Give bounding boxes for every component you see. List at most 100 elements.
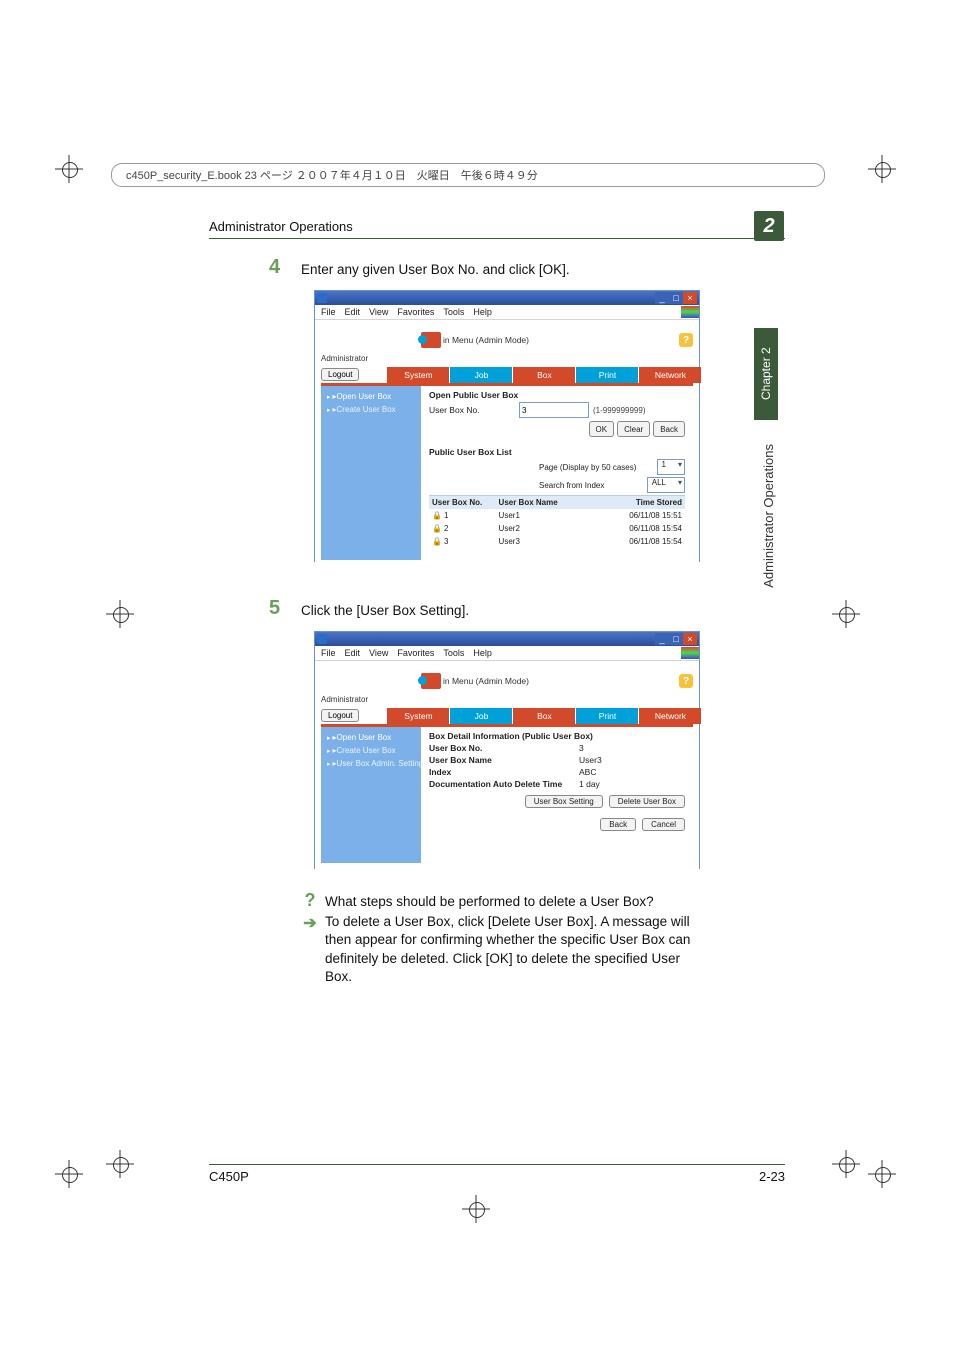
close-button[interactable]: × (683, 292, 697, 304)
two-col: ▸Open User Box ▸Create User Box Open Pub… (321, 386, 693, 560)
step-4-number: 4 (269, 256, 280, 279)
maximize-button[interactable]: □ (669, 633, 683, 645)
question-icon: ? (301, 893, 319, 911)
menu-view[interactable]: View (369, 648, 388, 658)
registration-mark (55, 1160, 83, 1188)
maximize-button[interactable]: □ (669, 292, 683, 304)
tab-box[interactable]: Box (513, 367, 575, 383)
ie-icon (317, 293, 327, 303)
answer-line: ➔ To delete a User Box, click [Delete Us… (301, 913, 691, 986)
logout-button[interactable]: Logout (321, 709, 359, 722)
content-area: Open Public User Box User Box No. (1-999… (421, 386, 693, 560)
cancel-button[interactable]: Cancel (642, 818, 685, 831)
detail-row: User Box NameUser3 (429, 755, 685, 765)
userbox-no-label: User Box No. (429, 405, 519, 415)
ie-throbber-icon (681, 306, 699, 318)
col-time-stored: Time Stored (618, 496, 685, 510)
menu-tools[interactable]: Tools (443, 307, 464, 317)
qa-block: ? What steps should be performed to dele… (301, 893, 691, 986)
nav-open-user-box[interactable]: ▸Open User Box (321, 390, 421, 403)
header-rule (209, 238, 785, 239)
minimize-button[interactable]: _ (655, 633, 669, 645)
detail-row: Documentation Auto Delete Time1 day (429, 779, 685, 789)
userbox-no-input[interactable] (519, 402, 589, 418)
menu-tools[interactable]: Tools (443, 648, 464, 658)
menu-favorites[interactable]: Favorites (397, 648, 434, 658)
tab-print[interactable]: Print (576, 708, 638, 724)
index-select[interactable]: ALL (647, 477, 685, 493)
admin-mode-label: in Menu (Admin Mode) (443, 676, 529, 686)
help-icon[interactable]: ? (679, 674, 693, 688)
app-logo (421, 673, 441, 689)
answer-text: To delete a User Box, click [Delete User… (325, 913, 691, 986)
tab-strip: System Job Box Print Network (365, 708, 702, 724)
detail-row: User Box No.3 (429, 743, 685, 753)
nav-create-user-box[interactable]: ▸Create User Box (321, 744, 421, 757)
nav-open-user-box[interactable]: ▸Open User Box (321, 731, 421, 744)
lock-icon: 🔒 (432, 537, 442, 546)
menu-edit[interactable]: Edit (345, 648, 361, 658)
detail-row: IndexABC (429, 767, 685, 777)
left-nav: ▸Open User Box ▸Create User Box ▸User Bo… (321, 727, 421, 863)
clear-button[interactable]: Clear (617, 421, 650, 437)
table-row[interactable]: 🔒3User306/11/08 15:54 (429, 535, 685, 548)
menu-view[interactable]: View (369, 307, 388, 317)
delete-user-box-button[interactable]: Delete User Box (609, 795, 685, 808)
nav-create-user-box[interactable]: ▸Create User Box (321, 403, 421, 416)
nav-userbox-admin-settings[interactable]: ▸User Box Admin. Settings (321, 757, 421, 770)
back-button[interactable]: Back (653, 421, 685, 437)
browser-body: in Menu (Admin Mode) ? Administrator Log… (315, 661, 699, 871)
close-button[interactable]: × (683, 633, 697, 645)
tab-network[interactable]: Network (639, 708, 701, 724)
tab-job[interactable]: Job (450, 708, 512, 724)
index-select-label: Search from Index (539, 481, 604, 490)
page-footer: C450P 2-23 (209, 1164, 785, 1186)
page-select[interactable]: 1 (657, 459, 685, 475)
help-icon[interactable]: ? (679, 333, 693, 347)
window-buttons: _ □ × (655, 633, 697, 645)
detail-buttons-1: User Box Setting Delete User Box (429, 795, 685, 808)
userbox-table: User Box No. User Box Name Time Stored 🔒… (429, 495, 685, 548)
ok-button[interactable]: OK (589, 421, 615, 437)
table-row[interactable]: 🔒2User206/11/08 15:54 (429, 522, 685, 535)
window-titlebar: _ □ × (315, 291, 699, 305)
col-userbox-no: User Box No. (429, 496, 496, 510)
arrow-icon: ➔ (301, 913, 319, 933)
ok-clear-back-row: OK Clear Back (429, 421, 685, 437)
registration-mark (462, 1195, 490, 1223)
tab-network[interactable]: Network (639, 367, 701, 383)
registration-mark (868, 1160, 896, 1188)
content-area: Box Detail Information (Public User Box)… (421, 727, 693, 863)
step-5-number: 5 (269, 597, 280, 620)
step-5-text: Click the [User Box Setting]. (301, 603, 469, 618)
menu-edit[interactable]: Edit (345, 307, 361, 317)
registration-mark (832, 1150, 860, 1178)
menu-file[interactable]: File (321, 307, 336, 317)
question-line: ? What steps should be performed to dele… (301, 893, 691, 911)
tab-print[interactable]: Print (576, 367, 638, 383)
logout-row: Logout System Job Box Print Network (321, 706, 693, 724)
logout-button[interactable]: Logout (321, 368, 359, 381)
app-logo (421, 332, 441, 348)
menu-help[interactable]: Help (473, 648, 492, 658)
menu-help[interactable]: Help (473, 307, 492, 317)
table-header-row: User Box No. User Box Name Time Stored (429, 496, 685, 510)
app-topbar: in Menu (Admin Mode) ? (321, 326, 693, 354)
tab-job[interactable]: Job (450, 367, 512, 383)
menu-favorites[interactable]: Favorites (397, 307, 434, 317)
back-button[interactable]: Back (600, 818, 636, 831)
app-topbar: in Menu (Admin Mode) ? (321, 667, 693, 695)
tab-system[interactable]: System (387, 367, 449, 383)
table-row[interactable]: 🔒1User106/11/08 15:51 (429, 509, 685, 522)
admin-mode-label: in Menu (Admin Mode) (443, 335, 529, 345)
page-select-label: Page (Display by 50 cases) (539, 463, 636, 472)
userbox-no-row: User Box No. (1-999999999) (429, 402, 685, 418)
admin-row: Administrator (321, 695, 693, 704)
menu-file[interactable]: File (321, 648, 336, 658)
menubar: File Edit View Favorites Tools Help (315, 305, 699, 320)
user-box-setting-button[interactable]: User Box Setting (525, 795, 603, 808)
minimize-button[interactable]: _ (655, 292, 669, 304)
lock-icon: 🔒 (432, 511, 442, 520)
tab-box[interactable]: Box (513, 708, 575, 724)
tab-system[interactable]: System (387, 708, 449, 724)
